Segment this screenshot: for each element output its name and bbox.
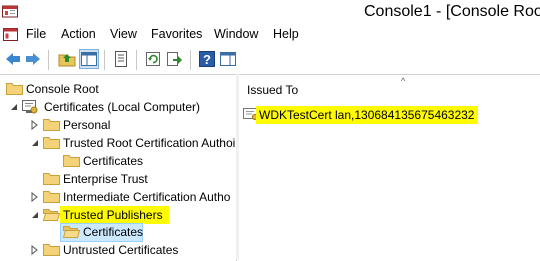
results-pane[interactable]: ^ Issued To WDKTestCert lan,130684135675… bbox=[239, 74, 540, 261]
toolbar-separator bbox=[104, 50, 105, 70]
svg-text:?: ? bbox=[203, 52, 211, 67]
toolbar-separator bbox=[48, 50, 49, 70]
certificates-snapin-icon bbox=[22, 100, 38, 114]
tree-item-label: Certificates (Local Computer) bbox=[44, 100, 201, 114]
toolbar: ? bbox=[0, 45, 540, 74]
tree-item-label: Enterprise Trust bbox=[63, 172, 148, 186]
tree-item-label: Trusted Root Certification Authoi bbox=[63, 136, 236, 150]
properties-icon[interactable] bbox=[112, 50, 130, 68]
show-hide-tree-icon[interactable] bbox=[79, 49, 99, 69]
expand-arrow-icon[interactable] bbox=[30, 245, 39, 255]
folder-icon bbox=[43, 191, 60, 203]
tree-item-label: Trusted Publishers bbox=[60, 206, 169, 224]
tree-item-personal[interactable]: Personal bbox=[0, 116, 236, 134]
collapse-arrow-icon[interactable] bbox=[30, 210, 39, 220]
show-action-pane-icon[interactable] bbox=[219, 50, 237, 68]
title-bar: Console1 - [Console Root bbox=[0, 0, 540, 25]
folder-icon bbox=[63, 155, 80, 167]
menu-file[interactable]: File bbox=[26, 27, 46, 41]
window-title: Console1 - [Console Root bbox=[364, 3, 540, 20]
folder-icon bbox=[43, 137, 60, 149]
up-folder-icon[interactable] bbox=[58, 50, 76, 68]
menu-bar: File Action View Favorites Window Help bbox=[0, 25, 540, 45]
toolbar-separator bbox=[136, 50, 137, 70]
collapse-arrow-icon[interactable] bbox=[30, 138, 39, 148]
tree-item-label: Console Root bbox=[26, 82, 99, 96]
tree-item-trusted-publishers[interactable]: Trusted Publishers bbox=[0, 206, 236, 224]
folder-icon bbox=[43, 119, 60, 131]
mmc-app-icon[interactable] bbox=[2, 4, 18, 18]
toolbar-separator bbox=[190, 50, 191, 70]
list-item-certificate[interactable]: WDKTestCert lan,130684135675463232 bbox=[243, 106, 533, 124]
console-tree-pane[interactable]: Console Root Certificates (Local Compute… bbox=[0, 74, 237, 261]
refresh-icon[interactable] bbox=[144, 50, 162, 68]
issued-to-value: WDKTestCert lan,130684135675463232 bbox=[256, 106, 479, 124]
tree-item-enterprise-trust[interactable]: Enterprise Trust bbox=[0, 170, 236, 188]
export-list-icon[interactable] bbox=[165, 50, 183, 68]
tree-item-trusted-publishers-certificates[interactable]: Certificates bbox=[0, 223, 236, 241]
tree-item-label: Intermediate Certification Autho bbox=[63, 190, 231, 204]
menu-favorites[interactable]: Favorites bbox=[151, 27, 202, 41]
tree-item-label: Personal bbox=[63, 118, 111, 132]
expand-arrow-icon[interactable] bbox=[30, 120, 39, 130]
folder-icon bbox=[43, 244, 60, 256]
tree-item-label: Untrusted Certificates bbox=[63, 243, 179, 257]
console-document-icon[interactable] bbox=[3, 27, 18, 42]
column-title: Issued To bbox=[247, 83, 299, 97]
forward-arrow-icon[interactable] bbox=[24, 50, 42, 68]
tree-item-intermediate-ca[interactable]: Intermediate Certification Autho bbox=[0, 188, 236, 206]
tree-item-label: Certificates bbox=[83, 154, 144, 168]
sort-ascending-icon: ^ bbox=[401, 76, 406, 86]
tree-item-certificates-local-computer[interactable]: Certificates (Local Computer) bbox=[0, 98, 236, 116]
menu-help[interactable]: Help bbox=[273, 27, 299, 41]
expand-arrow-icon[interactable] bbox=[30, 192, 39, 202]
collapse-arrow-icon[interactable] bbox=[9, 102, 18, 112]
tree-item-untrusted-certificates[interactable]: Untrusted Certificates bbox=[0, 241, 236, 259]
back-arrow-icon[interactable] bbox=[4, 50, 22, 68]
menu-action[interactable]: Action bbox=[61, 27, 96, 41]
folder-open-icon bbox=[43, 209, 60, 221]
tree-item-trusted-root-certificates[interactable]: Certificates bbox=[0, 152, 236, 170]
menu-view[interactable]: View bbox=[110, 27, 137, 41]
tree-item-label: Certificates bbox=[83, 225, 144, 239]
tree-item-console-root[interactable]: Console Root bbox=[0, 80, 236, 98]
column-header-issued-to[interactable]: ^ Issued To bbox=[239, 75, 540, 101]
folder-icon bbox=[6, 83, 23, 95]
tree-item-trusted-root[interactable]: Trusted Root Certification Authoi bbox=[0, 134, 236, 152]
folder-open-icon bbox=[63, 226, 80, 238]
help-icon[interactable]: ? bbox=[198, 50, 216, 68]
menu-window[interactable]: Window bbox=[214, 27, 258, 41]
folder-icon bbox=[43, 173, 60, 185]
